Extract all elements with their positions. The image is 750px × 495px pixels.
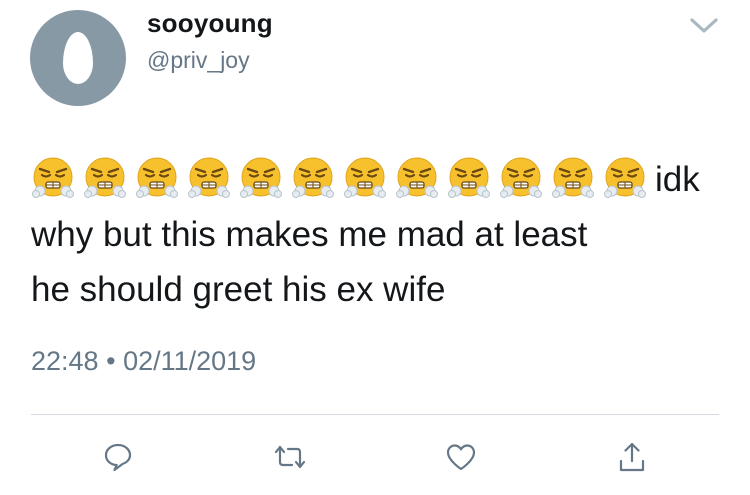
face-with-steam-from-nose-emoji xyxy=(291,156,335,200)
heart-icon xyxy=(446,444,476,471)
face-with-steam-from-nose-emoji xyxy=(239,156,283,200)
tweet-date: 02/11/2019 xyxy=(123,346,257,376)
face-with-steam-from-nose-emoji xyxy=(603,156,647,200)
reply-icon xyxy=(104,443,132,472)
face-with-steam-from-nose-emoji xyxy=(499,156,543,200)
face-with-steam-from-nose-emoji xyxy=(551,156,595,200)
chevron-down-icon[interactable] xyxy=(686,14,722,38)
emoji-row xyxy=(31,157,655,199)
timestamp-separator: • xyxy=(106,346,116,376)
tweet-text-line2: why but this makes me mad at least xyxy=(31,215,588,254)
avatar[interactable] xyxy=(30,10,126,106)
reply-button[interactable] xyxy=(98,437,138,477)
tweet-text-line1: idk xyxy=(655,160,700,199)
face-with-steam-from-nose-emoji xyxy=(447,156,491,200)
like-button[interactable] xyxy=(441,437,481,477)
tweet-timestamp[interactable]: 22:48 • 02/11/2019 xyxy=(31,346,256,377)
share-button[interactable] xyxy=(612,437,652,477)
face-with-steam-from-nose-emoji xyxy=(83,156,127,200)
face-with-steam-from-nose-emoji xyxy=(31,156,75,200)
tweet-text: idk why but this makes me mad at least h… xyxy=(31,152,731,317)
display-name[interactable]: sooyoung xyxy=(147,8,273,39)
divider xyxy=(31,414,719,415)
face-with-steam-from-nose-emoji xyxy=(187,156,231,200)
user-handle[interactable]: @priv_joy xyxy=(147,47,250,74)
retweet-icon xyxy=(274,445,306,469)
tweet-card: sooyoung @priv_joy idk why but this make… xyxy=(0,0,750,495)
tweet-text-line3: he should greet his ex wife xyxy=(31,270,446,309)
retweet-button[interactable] xyxy=(270,437,310,477)
default-egg-avatar-icon xyxy=(63,32,93,84)
share-icon xyxy=(619,442,645,472)
face-with-steam-from-nose-emoji xyxy=(343,156,387,200)
face-with-steam-from-nose-emoji xyxy=(135,156,179,200)
face-with-steam-from-nose-emoji xyxy=(395,156,439,200)
tweet-time: 22:48 xyxy=(31,346,99,376)
